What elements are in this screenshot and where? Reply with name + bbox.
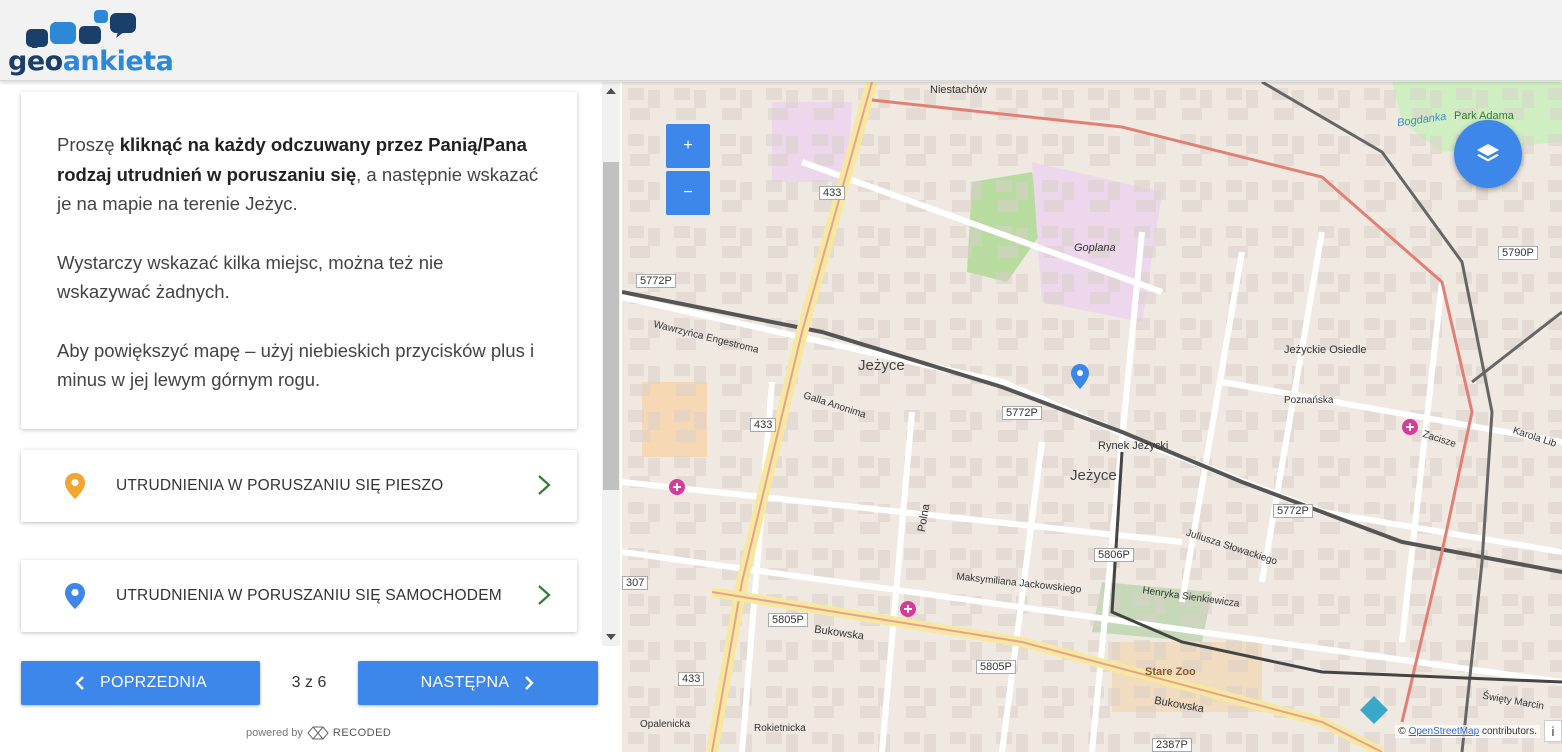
powered-by[interactable]: powered by RECODED (246, 726, 391, 740)
map-pin-icon (65, 473, 85, 499)
road-number-shield: 5772P (1273, 504, 1313, 518)
chevron-right-icon (538, 475, 551, 495)
scroll-down-arrow-icon[interactable] (606, 634, 616, 640)
chevron-right-icon (525, 676, 535, 690)
scrollbar-thumb[interactable] (603, 162, 619, 490)
map-tiles[interactable] (622, 82, 1562, 752)
road-number-shield: 5805P (768, 613, 808, 627)
instruction-paragraph-2: Wystarczy wskazać kilka miejsc, można te… (57, 251, 444, 303)
road-number-shield: 2387P (1152, 738, 1192, 752)
map-view[interactable]: Jeżyce Jeżyce Niestachów Goplana Rynek J… (622, 82, 1562, 752)
road-number-shield: 307 (622, 576, 649, 590)
powered-by-brand: RECODED (332, 727, 392, 739)
option-driving-difficulties[interactable]: UTRUDNIENIA W PORUSZANIU SIĘ SAMOCHODEM (21, 560, 577, 632)
map-label-street: Opalenicka (640, 719, 691, 730)
speech-bubbles-icon (26, 10, 136, 48)
option-label: UTRUDNIENIA W PORUSZANIU SIĘ PIESZO (116, 477, 444, 494)
road-number-shield: 433 (750, 418, 777, 432)
instruction-text: Proszę (57, 134, 120, 155)
instructions-card: Proszę kliknąć na każdy odczuwany przez … (21, 92, 577, 429)
map-label: Jeżyckie Osiedle (1284, 344, 1367, 356)
road-number-shield: 5805P (976, 660, 1016, 674)
layers-icon (1477, 144, 1499, 162)
instruction-paragraph-1: Proszę kliknąć na każdy odczuwany przez … (57, 130, 541, 219)
survey-panel: Proszę kliknąć na każdy odczuwany przez … (0, 82, 622, 752)
road-number-shield: 5806P (1094, 548, 1134, 562)
page-indicator: 3 z 6 (291, 674, 327, 691)
instruction-paragraph-3: Aby powiększyć mapę – użyj niebieskich p… (57, 339, 535, 391)
road-number-shield: 5790P (1498, 246, 1538, 260)
logo-text-ankieta: ankieta (62, 46, 174, 77)
next-button-label: NASTĘPNA (420, 674, 510, 691)
survey-scroll-area[interactable]: Proszę kliknąć na każdy odczuwany przez … (0, 82, 602, 646)
map-label-district: Jeżyce (858, 357, 905, 374)
chevron-right-icon (538, 585, 551, 605)
openstreetmap-link[interactable]: OpenStreetMap (1409, 726, 1480, 737)
powered-by-text: powered by (246, 727, 303, 739)
panel-scrollbar[interactable] (602, 82, 620, 646)
road-number-shield: 5772P (636, 274, 676, 288)
map-info-button[interactable]: i (1544, 720, 1562, 742)
road-number-shield: 5772P (1002, 406, 1042, 420)
map-label-street: Poznańska (1284, 395, 1334, 406)
attribution-text: contributors. (1479, 726, 1537, 737)
map-label-district: Jeżyce (1070, 467, 1117, 484)
layers-button[interactable] (1454, 120, 1522, 188)
logo-text-geo: geo (8, 46, 63, 77)
map-label-street: Rokietnicka (754, 723, 806, 734)
recoded-logo-icon (307, 726, 329, 740)
map-attribution: © OpenStreetMap contributors. (1395, 725, 1540, 738)
option-label: UTRUDNIENIA W PORUSZANIU SIĘ SAMOCHODEM (116, 587, 502, 604)
road-number-shield: 433 (819, 186, 846, 200)
map-label: Goplana (1074, 242, 1116, 254)
logo-text: geoankieta (8, 46, 174, 77)
next-button[interactable]: NASTĘPNA (358, 661, 598, 705)
road-number-shield: 433 (678, 672, 705, 686)
scroll-up-arrow-icon[interactable] (606, 88, 616, 94)
map-label: Niestachów (930, 84, 987, 96)
previous-button[interactable]: POPRZEDNIA (21, 661, 260, 705)
chevron-left-icon (75, 676, 84, 690)
map-label: Rynek Jeżycki (1098, 440, 1169, 452)
top-bar: geoankieta (0, 0, 1562, 81)
previous-button-label: POPRZEDNIA (99, 674, 207, 691)
zoom-in-button[interactable]: + (666, 124, 710, 168)
map-label: Stare Zoo (1145, 666, 1196, 678)
zoom-out-button[interactable]: − (666, 171, 710, 215)
map-pin-icon (65, 583, 85, 609)
option-walking-difficulties[interactable]: UTRUDNIENIA W PORUSZANIU SIĘ PIESZO (21, 450, 577, 522)
geoankieta-logo[interactable]: geoankieta (8, 8, 174, 77)
